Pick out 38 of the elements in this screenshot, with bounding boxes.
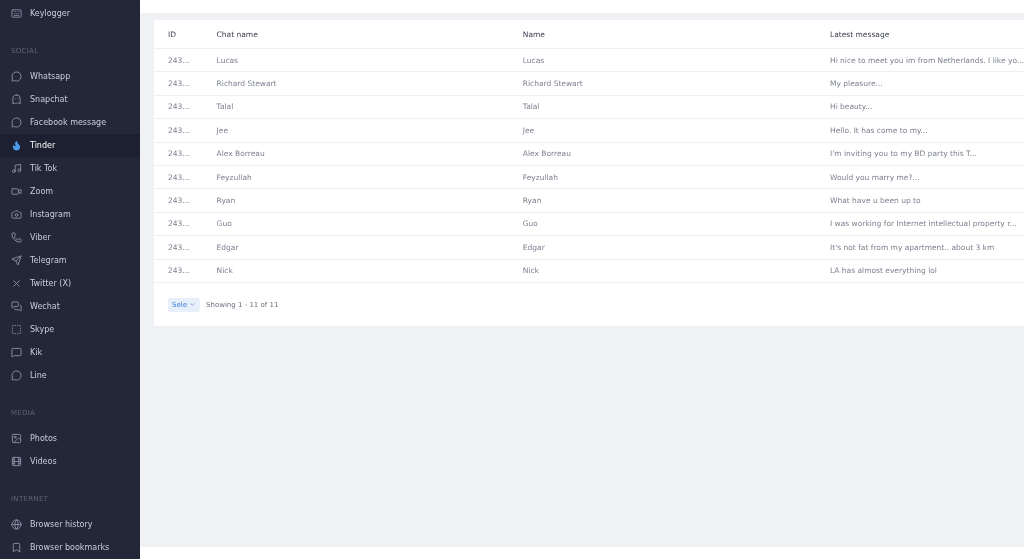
sidebar-item[interactable]: Telegram xyxy=(0,249,140,272)
music-note-icon xyxy=(11,163,22,174)
image-icon xyxy=(11,433,22,444)
square-icon xyxy=(11,324,22,335)
phone-icon xyxy=(11,232,22,243)
sidebar-item[interactable]: Wechat xyxy=(0,295,140,318)
globe-icon xyxy=(11,519,22,530)
sidebar-item[interactable]: Viber xyxy=(0,226,140,249)
x-icon xyxy=(11,278,22,289)
chat-bubble-icon xyxy=(11,71,22,82)
sidebar-item[interactable]: Twitter (X) xyxy=(0,272,140,295)
film-icon xyxy=(11,456,22,467)
video-camera-icon xyxy=(11,186,22,197)
sidebar-item[interactable]: Snapchat xyxy=(0,88,140,111)
sidebar-item[interactable]: Zoom xyxy=(0,180,140,203)
sidebar-item[interactable]: Facebook message xyxy=(0,111,140,134)
chevron-down-icon xyxy=(189,301,196,309)
sidebar-item[interactable]: Browser bookmarks xyxy=(0,536,140,559)
sidebar-item[interactable]: Kik xyxy=(0,341,140,364)
chat-bubble-icon xyxy=(11,117,22,128)
bookmark-icon xyxy=(11,542,22,553)
sidebar-item[interactable]: Skype xyxy=(0,318,140,341)
sidebar-item[interactable]: Browser history xyxy=(0,513,140,536)
keyboard-icon xyxy=(11,8,22,19)
flame-icon xyxy=(11,140,22,151)
chat-bubbles-icon xyxy=(11,301,22,312)
sidebar-item[interactable]: Tinder xyxy=(0,134,140,157)
ghost-icon xyxy=(11,94,22,105)
chat-bubble-icon xyxy=(11,370,22,381)
sidebar-item[interactable]: Keylogger xyxy=(0,2,140,25)
paper-plane-icon xyxy=(11,255,22,266)
camera-icon xyxy=(11,209,22,220)
sidebar-item[interactable]: Instagram xyxy=(0,203,140,226)
sidebar-item[interactable]: Whatsapp xyxy=(0,65,140,88)
sidebar-item[interactable]: Videos xyxy=(0,450,140,473)
sidebar-item[interactable]: Tik Tok xyxy=(0,157,140,180)
sidebar-item[interactable]: Line xyxy=(0,364,140,387)
sidebar-item[interactable]: Photos xyxy=(0,427,140,450)
